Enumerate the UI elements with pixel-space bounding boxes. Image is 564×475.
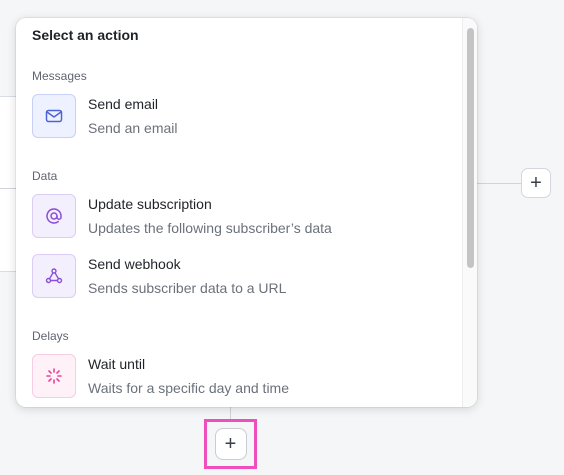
action-update-subscription[interactable]: Update subscription Updates the followin…: [32, 194, 452, 242]
section-label-data: Data: [32, 169, 58, 183]
webhook-icon: [32, 254, 76, 298]
envelope-icon: [32, 94, 76, 138]
select-action-popup: Select an action Messages Send email Sen…: [16, 18, 477, 407]
action-name: Wait until: [88, 356, 146, 372]
action-name: Update subscription: [88, 196, 212, 212]
add-step-bottom-button[interactable]: +: [214, 428, 247, 460]
scrollbar-thumb[interactable]: [467, 28, 474, 268]
at-sign-icon: [32, 194, 76, 238]
section-label-delays: Delays: [32, 329, 69, 343]
action-name: Send email: [88, 96, 159, 112]
section-label-messages: Messages: [32, 69, 87, 83]
highlighted-add-step: +: [204, 419, 257, 469]
connector-line: [477, 183, 521, 184]
connector-line: [0, 188, 16, 189]
action-description: Sends subscriber data to a URL: [88, 280, 287, 296]
action-wait-until[interactable]: Wait until Waits for a specific day and …: [32, 354, 452, 402]
action-send-email[interactable]: Send email Send an email: [32, 94, 452, 142]
loading-spinner-icon: [32, 354, 76, 398]
popup-title: Select an action: [32, 27, 139, 43]
action-send-webhook[interactable]: Send webhook Sends subscriber data to a …: [32, 254, 452, 302]
action-description: Updates the following subscriber’s data: [88, 220, 332, 236]
action-description: Send an email: [88, 120, 178, 136]
action-description: Waits for a specific day and time: [88, 380, 290, 396]
add-step-right-button[interactable]: +: [521, 168, 551, 198]
scrollbar[interactable]: [462, 18, 477, 407]
action-name: Send webhook: [88, 256, 181, 272]
